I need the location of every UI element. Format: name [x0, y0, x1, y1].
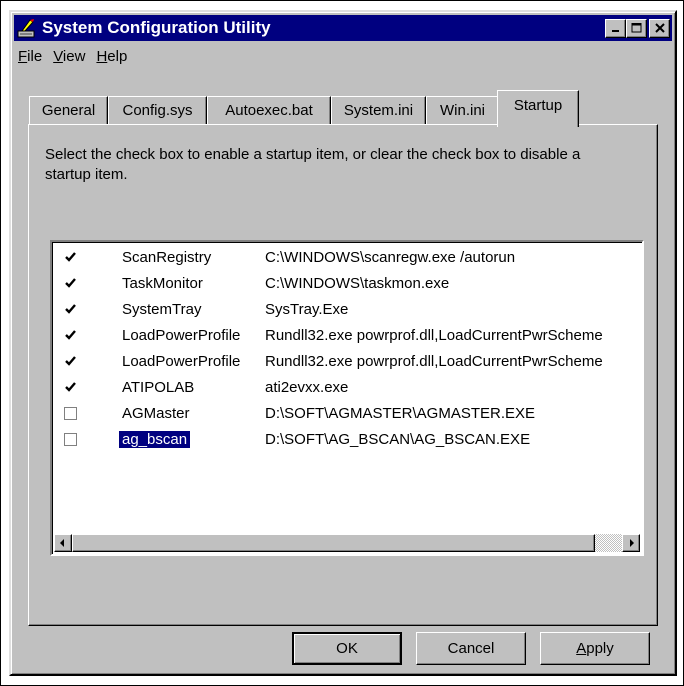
startup-item-command: C:\WINDOWS\scanregw.exe /autorun [265, 248, 516, 266]
startup-item-command: SysTray.Exe [265, 300, 349, 318]
menu-help-label: elp [107, 47, 128, 65]
apply-button[interactable]: Apply [540, 632, 650, 665]
tab-config-sys[interactable]: Config.sys [108, 96, 207, 124]
msconfig-app-icon [17, 19, 35, 38]
close-icon [654, 23, 665, 33]
checkmark-icon [65, 277, 76, 288]
scroll-left-icon [60, 539, 64, 547]
scroll-right-icon [630, 539, 634, 547]
apply-mnemonic: A [576, 640, 587, 657]
tab-win-ini[interactable]: Win.ini [426, 96, 499, 124]
startup-item-name: ScanRegistry [122, 248, 212, 266]
startup-item-command: ati2evxx.exe [265, 378, 349, 396]
startup-item-row[interactable]: SystemTray SysTray.Exe [52, 296, 642, 322]
tab-general[interactable]: General [29, 96, 108, 124]
startup-item-name: ATIPOLAB [122, 378, 195, 396]
checkmark-icon [65, 329, 76, 340]
minimize-icon [611, 30, 619, 32]
startup-item-row[interactable]: AGMaster D:\SOFT\AGMASTER\AGMASTER.EXE [52, 400, 642, 426]
horizontal-scrollbar[interactable] [54, 534, 640, 552]
tab-autoexec-bat[interactable]: Autoexec.bat [207, 96, 331, 124]
startup-item-checkbox[interactable] [64, 406, 77, 420]
startup-item-name: ag_bscan [117, 429, 192, 449]
startup-items-list[interactable]: ScanRegistry C:\WINDOWS\scanregw.exe /aut… [50, 240, 644, 556]
scroll-track[interactable] [595, 534, 622, 552]
startup-item-checkbox[interactable] [64, 302, 77, 316]
menu-file[interactable]: File [16, 48, 51, 65]
startup-item-name: AGMaster [122, 404, 190, 422]
startup-item-checkbox[interactable] [64, 432, 77, 446]
checkmark-icon [65, 355, 76, 366]
menu-view[interactable]: View [51, 48, 94, 65]
startup-item-name: LoadPowerProfile [122, 326, 241, 344]
menu-file-mnemonic: F [18, 47, 28, 65]
startup-item-row[interactable]: LoadPowerProfile Rundll32.exe powrprof.dl… [52, 322, 642, 348]
startup-item-name: LoadPowerProfile [122, 352, 241, 370]
checkmark-icon [65, 303, 76, 314]
startup-item-row[interactable]: TaskMonitor C:\WINDOWS\taskmon.exe [52, 270, 642, 296]
menu-view-mnemonic: V [53, 47, 63, 65]
startup-item-checkbox[interactable] [64, 354, 77, 368]
startup-item-command: C:\WINDOWS\taskmon.exe [265, 274, 450, 292]
minimize-button[interactable] [605, 18, 626, 38]
startup-item-name: SystemTray [122, 300, 202, 318]
cancel-button[interactable]: Cancel [416, 632, 526, 665]
startup-item-row[interactable]: ATIPOLAB ati2evxx.exe [52, 374, 642, 400]
startup-item-name: TaskMonitor [122, 274, 203, 292]
menu-help-mnemonic: H [96, 47, 108, 65]
startup-item-checkbox[interactable] [64, 276, 77, 290]
scroll-thumb[interactable] [72, 534, 595, 552]
scroll-left-button[interactable] [54, 534, 72, 552]
maximize-button[interactable] [626, 18, 647, 38]
checkmark-icon [65, 381, 76, 392]
scroll-right-button[interactable] [622, 534, 640, 552]
apply-label: pply [586, 640, 614, 657]
startup-item-command: D:\SOFT\AG_BSCAN\AG_BSCAN.EXE [265, 430, 531, 448]
tab-startup[interactable]: Startup [497, 90, 579, 127]
ok-button[interactable]: OK [292, 632, 402, 665]
system-configuration-window: System Configuration Utility File View H… [9, 10, 677, 676]
close-button[interactable] [649, 18, 670, 38]
startup-item-checkbox[interactable] [64, 250, 77, 264]
startup-item-row[interactable]: LoadPowerProfile Rundll32.exe powrprof.dl… [52, 348, 642, 374]
startup-item-command: Rundll32.exe powrprof.dll,LoadCurrentPwr… [265, 326, 603, 344]
maximize-icon [631, 23, 642, 33]
menu-bar: File View Help [16, 44, 136, 68]
title-bar[interactable]: System Configuration Utility [14, 15, 672, 41]
startup-item-command: Rundll32.exe powrprof.dll,LoadCurrentPwr… [265, 352, 603, 370]
menu-file-label: ile [27, 47, 43, 65]
menu-help[interactable]: Help [94, 48, 136, 65]
checkmark-icon [65, 251, 76, 262]
startup-item-row[interactable]: ScanRegistry C:\WINDOWS\scanregw.exe /aut… [52, 244, 642, 270]
startup-item-checkbox[interactable] [64, 328, 77, 342]
tab-system-ini[interactable]: System.ini [331, 96, 426, 124]
startup-item-command: D:\SOFT\AGMASTER\AGMASTER.EXE [265, 404, 536, 422]
startup-description: Select the check box to enable a startup… [45, 146, 581, 183]
window-title: System Configuration Utility [42, 18, 271, 37]
menu-view-label: iew [62, 47, 86, 65]
startup-item-row[interactable]: ag_bscan D:\SOFT\AG_BSCAN\AG_BSCAN.EXE [52, 426, 642, 452]
startup-item-checkbox[interactable] [64, 380, 77, 394]
